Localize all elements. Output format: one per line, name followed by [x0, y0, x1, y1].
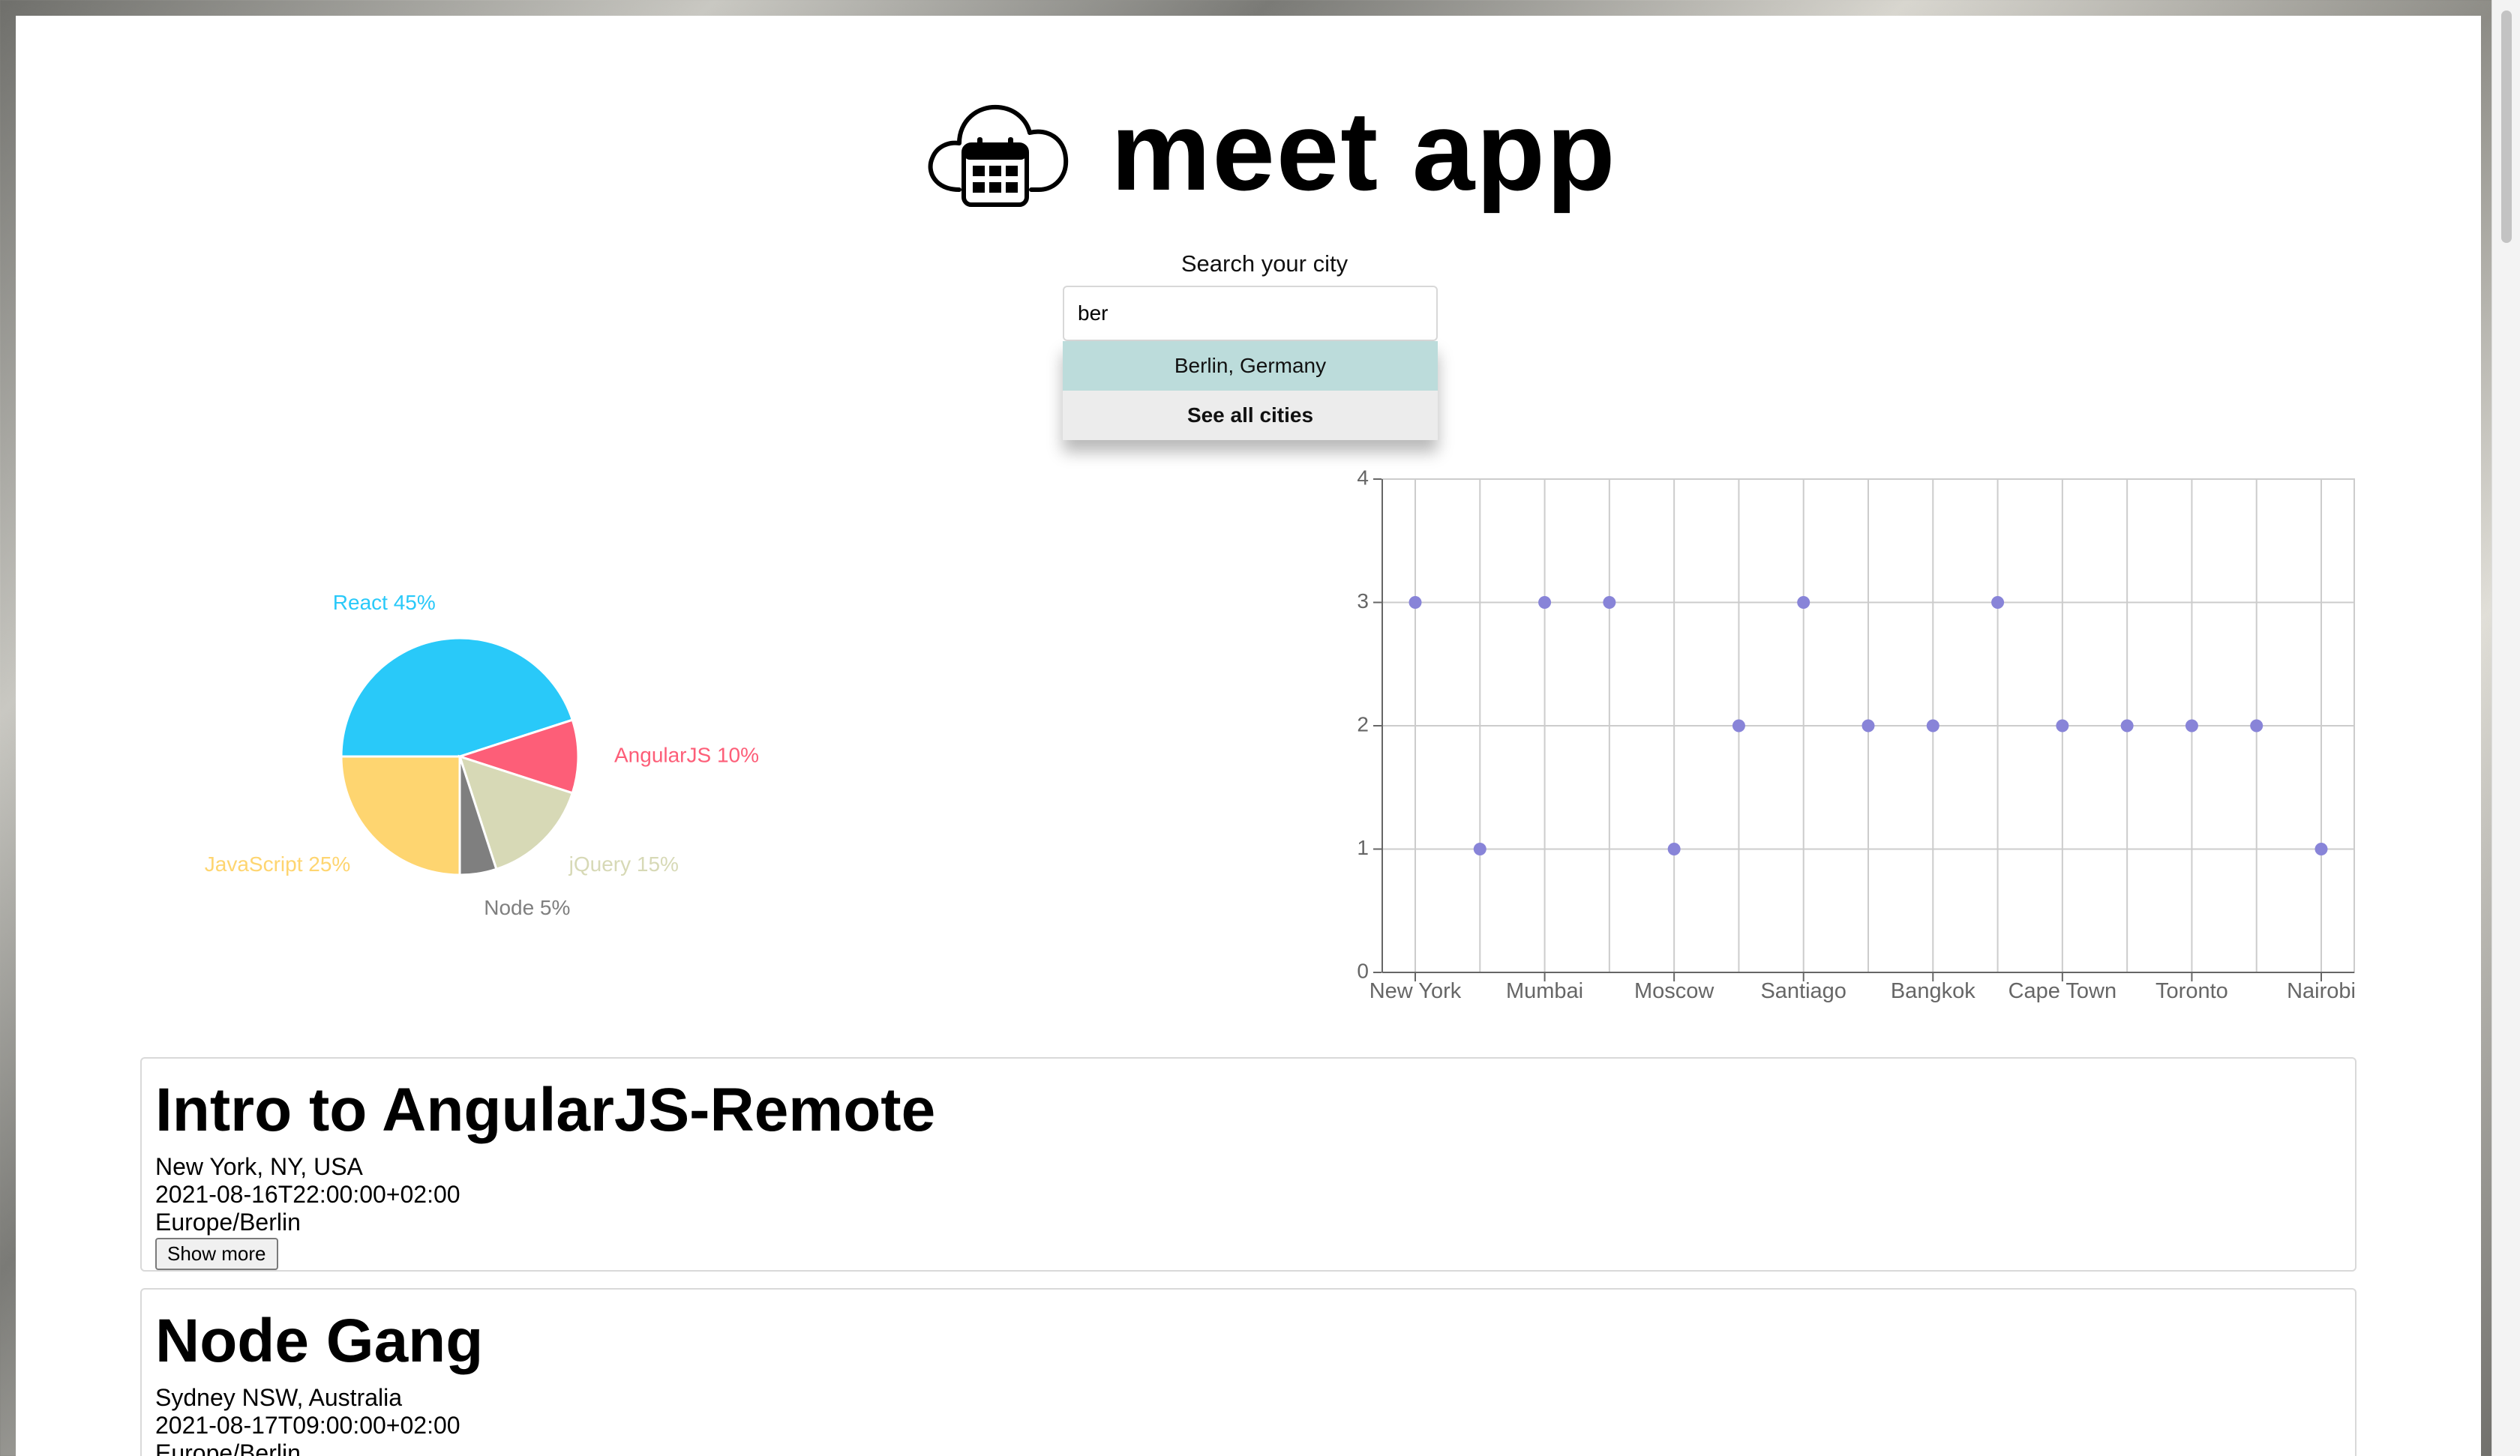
x-tick-label: New York: [1370, 979, 1462, 1003]
event-timezone: Europe/Berlin: [155, 1209, 301, 1236]
event-card: Intro to AngularJS-Remote New York, NY, …: [140, 1057, 2356, 1272]
y-tick-label: 4: [1357, 466, 1369, 489]
event-timezone: Europe/Berlin: [155, 1440, 301, 1456]
scatter-point: [2120, 719, 2134, 732]
scatter-point: [1862, 719, 1875, 732]
event-title: Intro to AngularJS-Remote: [155, 1076, 936, 1144]
scatter-point: [1408, 596, 1422, 609]
event-title: Node Gang: [155, 1307, 484, 1375]
pie-label-angularjs: AngularJS 10%: [614, 743, 759, 766]
y-tick-label: 3: [1357, 589, 1369, 613]
scatter-point: [1732, 719, 1745, 732]
scatter-point: [1603, 596, 1616, 609]
pie-label-javascript: JavaScript 25%: [205, 852, 351, 876]
vertical-scrollbar[interactable]: [2492, 0, 2520, 1456]
x-tick-label: Mumbai: [1506, 979, 1583, 1003]
x-tick-label: Moscow: [1634, 979, 1714, 1003]
scrollbar-thumb[interactable]: [2501, 10, 2512, 243]
see-all-cities-item[interactable]: See all cities: [1063, 391, 1438, 440]
scatter-point: [1667, 843, 1681, 855]
city-search-input[interactable]: [1063, 286, 1438, 341]
pie-label-jquery: jQuery 15%: [568, 852, 679, 876]
event-card: Node Gang Sydney NSW, Australia 2021-08-…: [140, 1288, 2356, 1456]
app-page: meet app Search your city Berlin, German…: [16, 16, 2481, 1456]
cloud-calendar-icon: [928, 104, 1069, 207]
show-more-button[interactable]: Show more: [155, 1238, 278, 1270]
events-scatter-chart: 0 1 2 3 4 New York Mumbai Moscow Santiago Bangkok…: [1357, 466, 2356, 1003]
scatter-point: [1991, 596, 2005, 609]
scatter-point: [2056, 719, 2069, 732]
suggestions-list: Berlin, Germany See all cities: [1063, 341, 1438, 440]
scatter-point: [1797, 596, 1810, 609]
scatter-point: [2250, 719, 2264, 732]
y-tick-label: 2: [1357, 712, 1369, 735]
y-tick-label: 0: [1357, 959, 1369, 982]
pie-label-node: Node 5%: [484, 896, 570, 919]
pie-label-react: React 45%: [333, 591, 436, 614]
search-label: Search your city: [1180, 250, 1348, 277]
app-title: meet app: [1111, 88, 1617, 214]
genre-pie-chart: React 45% AngularJS 10% jQuery 15% Node 5% J…: [205, 591, 759, 919]
pie-slice-javascript: [340, 755, 461, 876]
scatter-point: [1926, 719, 1940, 732]
app-header: meet app: [920, 76, 1617, 226]
event-location: Sydney NSW, Australia: [155, 1384, 403, 1411]
scatter-point: [2185, 719, 2198, 732]
event-location: New York, NY, USA: [155, 1153, 363, 1180]
event-start-time: 2021-08-16T22:00:00+02:00: [155, 1181, 460, 1208]
scatter-point: [1473, 843, 1486, 855]
x-tick-label: Cape Town: [2008, 979, 2117, 1003]
y-tick-label: 1: [1357, 836, 1369, 859]
scatter-point: [1538, 596, 1552, 609]
x-tick-label: Nairobi: [2287, 979, 2356, 1003]
x-tick-label: Santiago: [1760, 979, 1846, 1003]
event-start-time: 2021-08-17T09:00:00+02:00: [155, 1412, 460, 1439]
suggestion-item[interactable]: Berlin, Germany: [1063, 341, 1438, 391]
scatter-point: [2314, 843, 2328, 855]
x-tick-label: Bangkok: [1891, 979, 1976, 1003]
x-tick-label: Toronto: [2156, 979, 2228, 1003]
